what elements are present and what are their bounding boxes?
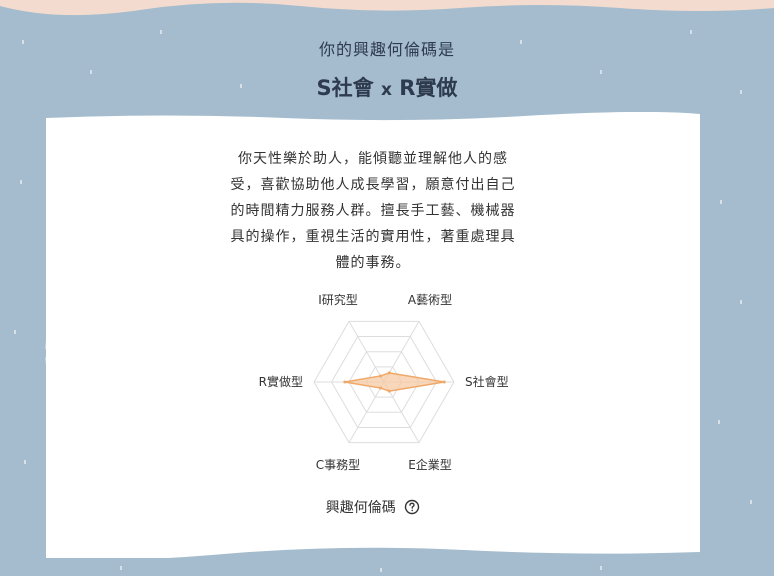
description-line: 具的操作，重視生活的實用性，著重處理具 — [230, 229, 516, 245]
axis-label: R實做型 — [259, 374, 303, 389]
legend: 興趣何倫碼 — [44, 497, 702, 517]
header: 你的興趣何倫碼是 S社會 x R實做 — [0, 36, 774, 102]
axis-label: S社會型 — [465, 374, 509, 389]
top-band — [0, 0, 774, 16]
question-circle-icon[interactable] — [404, 499, 420, 515]
data-point — [343, 380, 347, 384]
description: 你天性樂於助人，能傾聽並理解他人的感 受，喜歡協助他人成長學習，願意付出自己 的… — [230, 146, 516, 276]
radar-chart: I研究型 A藝術型 S社會型 E企業型 C事務型 R實做型 — [259, 292, 509, 472]
result-subtitle: 你的興趣何倫碼是 — [318, 40, 455, 59]
code-right: R實做 — [399, 76, 458, 100]
description-line: 你天性樂於助人，能傾聽並理解他人的感 — [238, 151, 508, 167]
axis-label: I研究型 — [318, 292, 358, 307]
result-card: 你天性樂於助人，能傾聽並理解他人的感 受，喜歡協助他人成長學習，願意付出自己 的… — [44, 112, 702, 558]
description-line: 體的事務。 — [335, 255, 411, 271]
data-point — [379, 386, 382, 390]
holland-code-title: S社會 x R實做 — [0, 72, 774, 102]
axis-label: E企業型 — [408, 457, 452, 472]
axis-label: A藝術型 — [408, 293, 452, 307]
data-point — [379, 374, 382, 378]
description-line: 受，喜歡協助他人成長學習，願意付出自己 — [230, 177, 516, 193]
decorative-swoosh — [45, 244, 86, 374]
legend-label: 興趣何倫碼 — [325, 500, 396, 516]
axis-label: C事務型 — [316, 458, 360, 472]
data-point — [387, 389, 391, 393]
code-separator: x — [380, 80, 392, 100]
data-point — [442, 380, 446, 384]
description-line: 的時間精力服務人群。擅長手工藝、機械器 — [230, 203, 516, 219]
code-left: S社會 — [316, 76, 374, 100]
data-point — [387, 371, 391, 375]
data-area — [344, 372, 445, 392]
